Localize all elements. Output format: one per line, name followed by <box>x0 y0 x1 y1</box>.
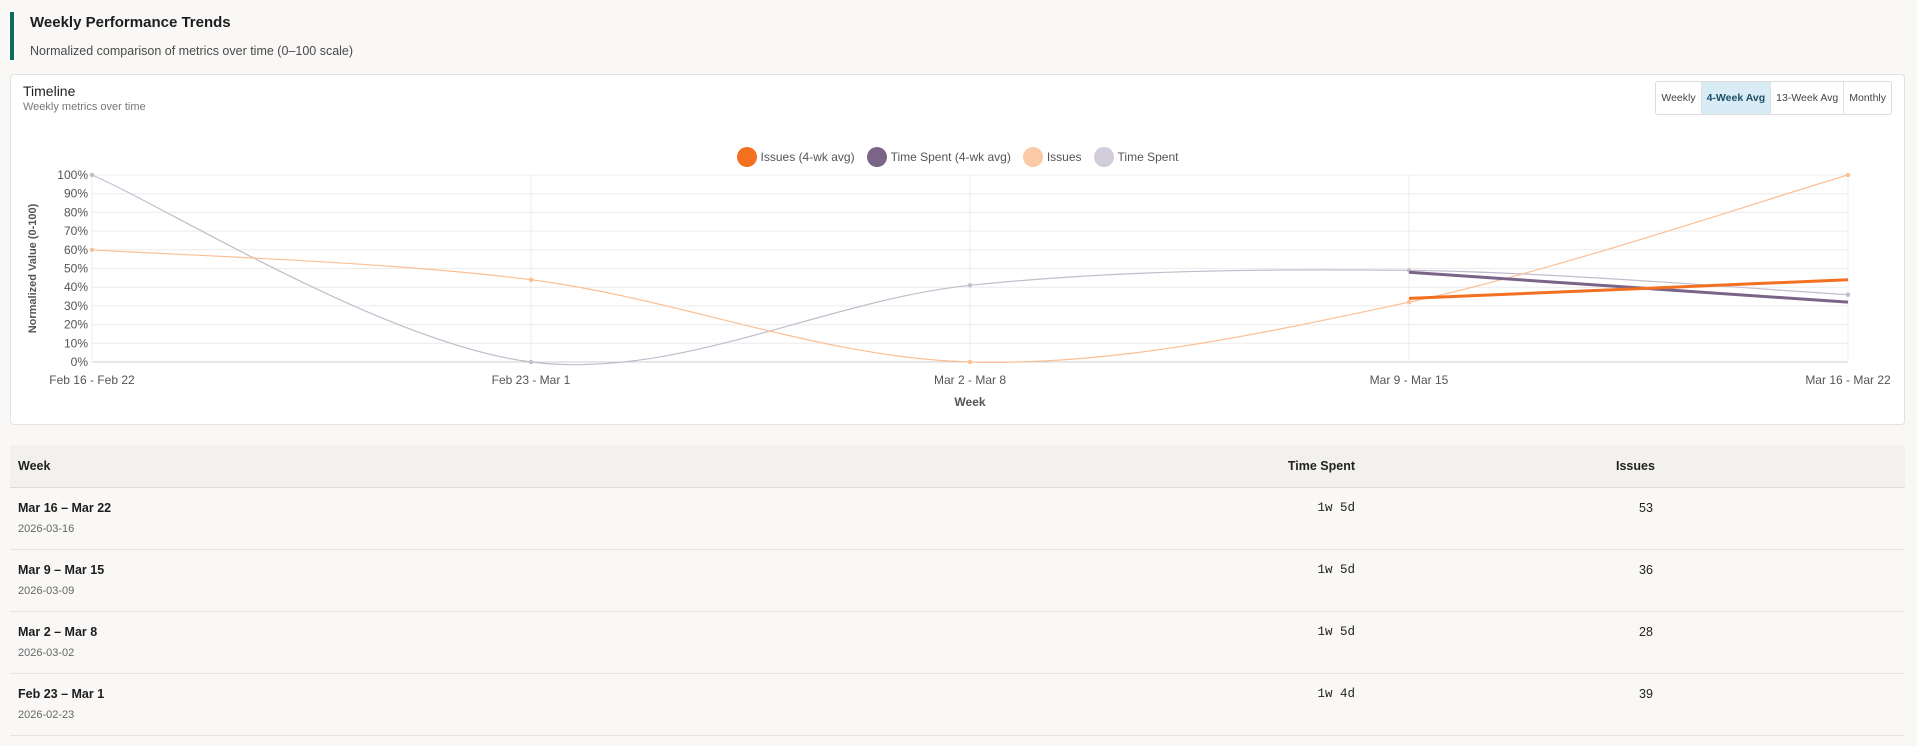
legend-label: Issues (4-wk avg) <box>760 150 855 164</box>
table-row[interactable]: Mar 9 – Mar 15 2026-03-09 1w 5d 36 <box>10 550 1905 612</box>
x-tick-label: Mar 16 - Mar 22 <box>1805 373 1891 387</box>
data-point <box>1845 172 1851 178</box>
row-date: 2026-03-02 <box>18 647 75 659</box>
data-point <box>1406 299 1412 305</box>
row-week: Mar 2 – Mar 8 <box>18 625 98 639</box>
view-monthly-button[interactable]: Monthly <box>1844 82 1891 114</box>
row-week: Feb 23 – Mar 1 <box>18 687 105 701</box>
x-axis-label: Week <box>954 395 985 409</box>
data-point <box>528 277 534 282</box>
legend-swatch-icon <box>1093 147 1114 167</box>
x-tick-label: Feb 16 - Feb 22 <box>49 373 135 387</box>
table-row[interactable]: Mar 2 – Mar 8 2026-03-02 1w 5d 28 <box>10 612 1905 674</box>
timeline-subtitle: Weekly metrics over time <box>23 101 146 113</box>
table-row[interactable]: Mar 16 – Mar 22 2026-03-16 1w 5d 53 <box>10 488 1905 550</box>
y-tick-label: 70% <box>64 224 88 238</box>
legend-item-time-spent-4wk[interactable]: Time Spent (4-wk avg) <box>866 147 1011 167</box>
timeline-title: Timeline <box>23 83 76 99</box>
legend-item-issues[interactable]: Issues <box>1022 147 1082 167</box>
page-header: Weekly Performance Trends Normalized com… <box>10 12 1905 60</box>
row-issues: 53 <box>1639 501 1653 515</box>
y-tick-label: 90% <box>64 187 88 201</box>
row-week: Mar 9 – Mar 15 <box>18 563 105 577</box>
x-tick-label: Mar 9 - Mar 15 <box>1370 373 1449 387</box>
legend-item-time-spent[interactable]: Time Spent <box>1093 147 1179 167</box>
table-row[interactable]: Feb 23 – Mar 1 2026-02-23 1w 4d 39 <box>10 674 1905 736</box>
column-header-week[interactable]: Week <box>18 459 50 473</box>
row-date: 2026-02-23 <box>18 709 75 721</box>
y-tick-label: 50% <box>64 262 88 276</box>
row-time-spent: 1w 4d <box>1317 687 1355 701</box>
y-tick-label: 30% <box>64 299 88 313</box>
row-issues: 28 <box>1639 625 1653 639</box>
legend-item-issues-4wk[interactable]: Issues (4-wk avg) <box>736 147 855 167</box>
legend-swatch-icon <box>1022 147 1043 167</box>
series-line-issues-4-wk-avg- <box>1408 278 1849 300</box>
view-weekly-button[interactable]: Weekly <box>1656 82 1702 114</box>
view-13-week-avg-button[interactable]: 13-Week Avg <box>1771 82 1845 114</box>
row-date: 2026-03-16 <box>18 523 75 535</box>
table-header: Week Time Spent Issues <box>10 445 1905 488</box>
y-tick-label: 20% <box>64 318 88 332</box>
legend-swatch-icon <box>736 147 757 167</box>
view-4-week-avg-button[interactable]: 4-Week Avg <box>1701 82 1772 114</box>
weekly-table: Week Time Spent Issues Mar 16 – Mar 22 2… <box>10 445 1905 736</box>
row-week: Mar 16 – Mar 22 <box>18 501 112 515</box>
timeline-card: 0% 10% 20% 30% 40% 50% 60% 70% 80% 90% 100% Feb 16 … <box>10 74 1905 425</box>
chart-legend: Issues (4-wk avg) Time Spent (4-wk avg) … <box>11 147 1904 167</box>
y-tick-label: 60% <box>64 243 88 257</box>
row-time-spent: 1w 5d <box>1317 501 1355 515</box>
column-header-issues[interactable]: Issues <box>1616 459 1655 473</box>
y-tick-label: 0% <box>71 355 89 369</box>
row-issues: 36 <box>1639 563 1653 577</box>
view-toggle-group: Weekly 4-Week Avg 13-Week Avg Monthly <box>1655 81 1892 115</box>
data-point <box>89 172 95 178</box>
timeline-chart: 0% 10% 20% 30% 40% 50% 60% 70% 80% 90% 100% Feb 16 … <box>27 168 1891 409</box>
data-point <box>967 359 973 365</box>
y-tick-label: 100% <box>57 168 88 182</box>
data-point <box>1845 292 1851 297</box>
data-point <box>967 283 973 288</box>
y-tick-label: 40% <box>64 280 88 294</box>
data-point <box>89 247 95 252</box>
x-tick-label: Feb 23 - Mar 1 <box>492 373 571 387</box>
row-time-spent: 1w 5d <box>1317 625 1355 639</box>
page-title: Weekly Performance Trends <box>30 14 231 31</box>
page-subtitle: Normalized comparison of metrics over ti… <box>30 44 354 58</box>
row-time-spent: 1w 5d <box>1317 563 1355 577</box>
y-tick-label: 10% <box>64 336 88 350</box>
row-issues: 39 <box>1639 687 1653 701</box>
y-axis-label: Normalized Value (0-100) <box>27 203 39 333</box>
legend-label: Time Spent (4-wk avg) <box>890 150 1011 164</box>
y-tick-label: 80% <box>64 205 88 219</box>
data-point <box>528 359 534 365</box>
x-tick-label: Mar 2 - Mar 8 <box>934 373 1006 387</box>
row-date: 2026-03-09 <box>18 585 75 597</box>
legend-label: Issues <box>1046 150 1082 164</box>
legend-label: Time Spent <box>1117 150 1179 164</box>
column-header-time-spent[interactable]: Time Spent <box>1288 459 1355 473</box>
legend-swatch-icon <box>866 147 887 167</box>
